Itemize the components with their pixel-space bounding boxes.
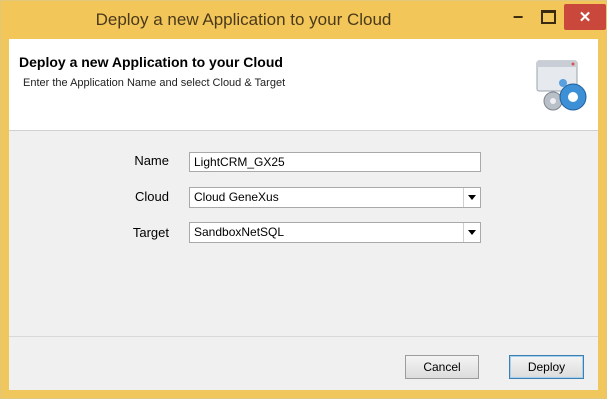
target-selected-value: SandboxNetSQL [194, 225, 285, 239]
name-label: Name [134, 153, 169, 168]
cancel-button[interactable]: Cancel [405, 355, 479, 379]
chevron-down-icon[interactable] [463, 188, 480, 207]
minimize-button[interactable]: − [503, 4, 533, 30]
target-select[interactable]: SandboxNetSQL [189, 222, 481, 243]
header-title: Deploy a new Application to your Cloud [19, 54, 283, 70]
target-label: Target [132, 225, 169, 240]
cloud-select[interactable]: Cloud GeneXus [189, 187, 481, 208]
minimize-icon: − [512, 6, 524, 27]
close-icon: ✕ [578, 9, 592, 26]
window-title: Deploy a new Application to your Cloud [95, 10, 392, 29]
maximize-icon [540, 10, 556, 24]
chevron-down-icon[interactable] [463, 223, 480, 242]
maximize-button[interactable] [533, 4, 563, 30]
title-bar[interactable]: Deploy a new Application to your Cloud −… [1, 1, 606, 39]
application-name-input[interactable]: LightCRM_GX25 [189, 152, 481, 172]
footer-divider [9, 336, 598, 337]
deploy-wizard-icon [536, 60, 587, 111]
wizard-header: Deploy a new Application to your Cloud E… [9, 39, 598, 131]
cloud-label: Cloud [135, 189, 169, 204]
header-subtitle: Enter the Application Name and select Cl… [23, 77, 286, 89]
dialog-window: Deploy a new Application to your Cloud −… [0, 0, 607, 399]
deploy-button[interactable]: Deploy [509, 355, 584, 379]
dialog-body: Deploy a new Application to your Cloud E… [9, 39, 598, 390]
close-button[interactable]: ✕ [564, 4, 606, 30]
cloud-selected-value: Cloud GeneXus [194, 190, 279, 204]
